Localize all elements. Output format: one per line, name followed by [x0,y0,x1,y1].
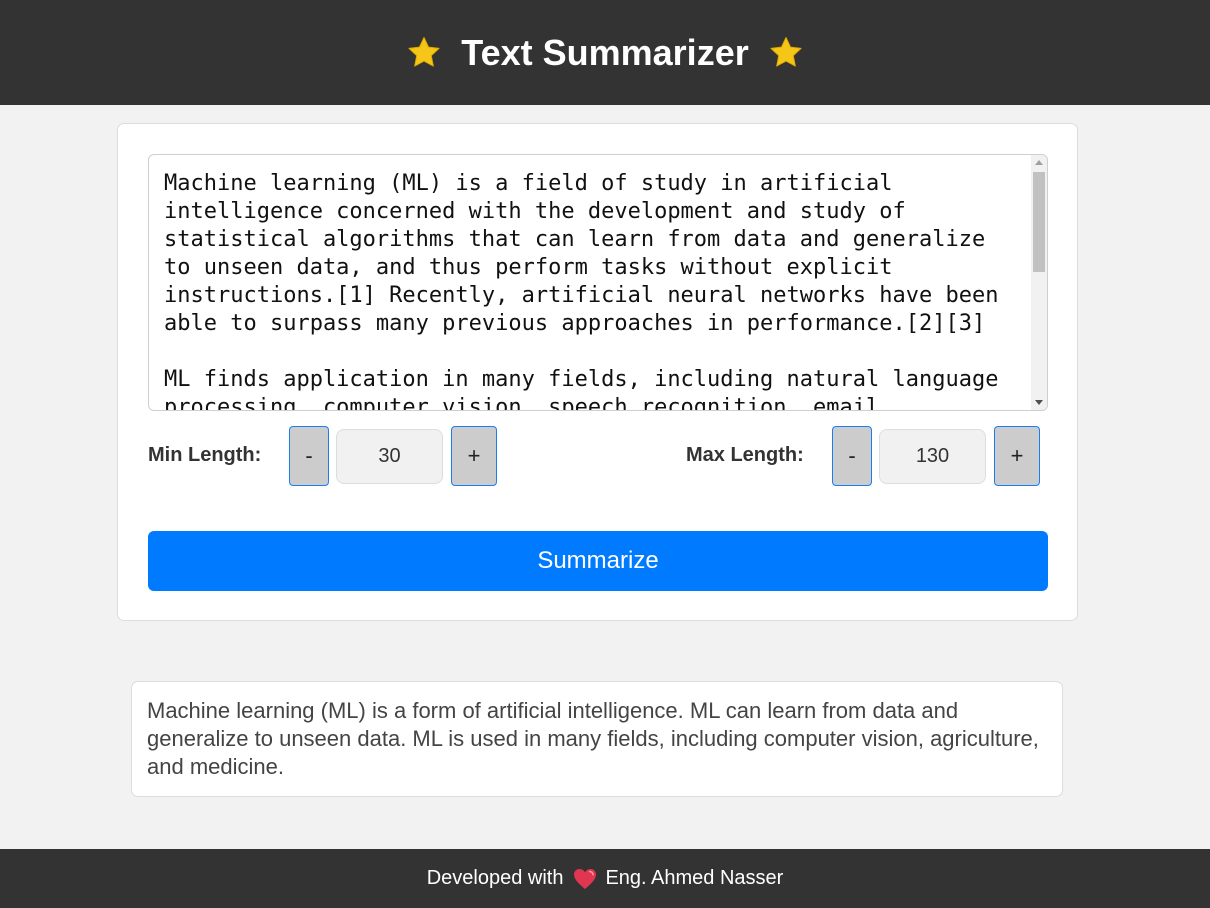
summarizer-card: Machine learning (ML) is a field of stud… [117,123,1078,621]
min-length-input[interactable]: 30 [336,429,443,484]
star-icon [770,36,802,67]
min-decrement-button[interactable]: - [289,426,329,486]
scroll-down-icon[interactable] [1035,400,1043,405]
max-increment-button[interactable]: + [994,426,1040,486]
app-header: Text Summarizer [0,0,1210,105]
summarize-button[interactable]: Summarize [148,531,1048,591]
scroll-thumb[interactable] [1033,172,1045,272]
app-footer: Developed with Eng. Ahmed Nasser [0,849,1210,908]
max-length-input[interactable]: 130 [879,429,986,484]
heart-icon [574,868,597,889]
text-input-scrollbar[interactable] [1031,155,1047,410]
text-input[interactable]: Machine learning (ML) is a field of stud… [149,155,1033,410]
min-increment-button[interactable]: + [451,426,497,486]
page-title: Text Summarizer [461,31,749,73]
footer-prefix: Developed with [426,867,564,889]
max-length-label: Max Length: [686,444,804,466]
text-input-container: Machine learning (ML) is a field of stud… [148,154,1048,411]
scroll-up-icon[interactable] [1035,160,1043,165]
summary-output: Machine learning (ML) is a form of artif… [131,681,1063,797]
min-length-label: Min Length: [148,444,262,466]
max-decrement-button[interactable]: - [832,426,872,486]
page: Text Summarizer Machine learning (ML) is… [0,0,1210,908]
star-icon [408,36,440,67]
footer-author: Eng. Ahmed Nasser [605,867,784,889]
